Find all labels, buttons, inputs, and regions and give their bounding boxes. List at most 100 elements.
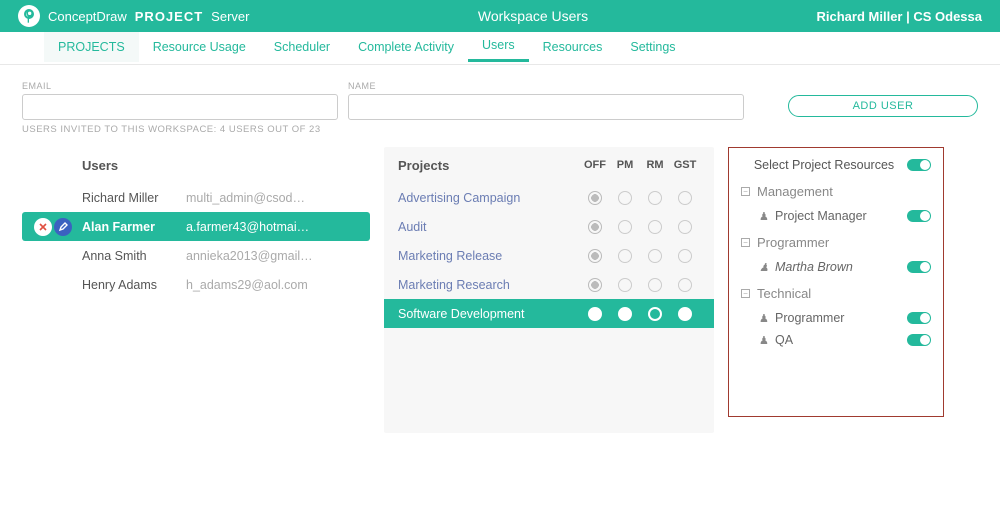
resource-group-header[interactable]: −Technical bbox=[741, 286, 931, 301]
col-off: OFF bbox=[580, 159, 610, 171]
person-icon: ♟ bbox=[759, 312, 768, 325]
person-icon: ♟ bbox=[759, 210, 768, 223]
user-email: h_adams29@aol.com bbox=[186, 278, 370, 292]
group-name: Programmer bbox=[757, 235, 829, 250]
project-row[interactable]: Advertising Campaign bbox=[384, 183, 714, 212]
resource-name: Project Manager bbox=[775, 209, 867, 223]
resource-name: Programmer bbox=[775, 311, 844, 325]
user-name: Henry Adams bbox=[78, 278, 186, 292]
project-name: Software Development bbox=[398, 307, 580, 321]
resource-toggle[interactable] bbox=[907, 334, 931, 346]
user-row[interactable]: Alan Farmera.farmer43@hotmai… bbox=[22, 212, 370, 241]
user-row[interactable]: Richard Millermulti_admin@csod… bbox=[22, 183, 370, 212]
add-user-button[interactable]: ADD USER bbox=[788, 95, 978, 117]
current-user[interactable]: Richard Miller | CS Odessa bbox=[817, 9, 982, 24]
name-label: NAME bbox=[348, 81, 744, 91]
col-rm: RM bbox=[640, 159, 670, 171]
resource-group-header[interactable]: −Programmer bbox=[741, 235, 931, 250]
navbar: PROJECTSResource UsageSchedulerComplete … bbox=[0, 32, 1000, 62]
project-name: Advertising Campaign bbox=[398, 191, 580, 205]
tab-complete-activity[interactable]: Complete Activity bbox=[344, 32, 468, 62]
delete-icon[interactable] bbox=[34, 218, 52, 236]
project-row[interactable]: Marketing Release bbox=[384, 241, 714, 270]
resource-item[interactable]: ♟QA bbox=[741, 329, 931, 351]
role-radio-rm[interactable] bbox=[640, 249, 670, 263]
project-row[interactable]: Audit bbox=[384, 212, 714, 241]
resources-master-toggle[interactable] bbox=[907, 159, 931, 171]
role-radio-rm[interactable] bbox=[640, 307, 670, 321]
user-name: Richard Miller bbox=[78, 191, 186, 205]
role-radio-off[interactable] bbox=[580, 191, 610, 205]
role-radio-rm[interactable] bbox=[640, 191, 670, 205]
user-row[interactable]: Anna Smithannieka2013@gmail… bbox=[22, 241, 370, 270]
project-name: Audit bbox=[398, 220, 580, 234]
user-email: annieka2013@gmail… bbox=[186, 249, 370, 263]
role-radio-rm[interactable] bbox=[640, 220, 670, 234]
person-icon: ♟ bbox=[759, 334, 768, 347]
role-radio-off[interactable] bbox=[580, 249, 610, 263]
resource-group: −Programmer ♟ Martha Brown bbox=[741, 235, 931, 278]
resource-group-header[interactable]: −Management bbox=[741, 184, 931, 199]
role-radio-pm[interactable] bbox=[610, 307, 640, 321]
users-column: Users Richard Millermulti_admin@csod…Ala… bbox=[22, 147, 370, 299]
role-radio-gst[interactable] bbox=[670, 191, 700, 205]
main-area: Users Richard Millermulti_admin@csod…Ala… bbox=[0, 147, 1000, 433]
brand-block: ConceptDraw PROJECT Server bbox=[18, 5, 249, 27]
tab-scheduler[interactable]: Scheduler bbox=[260, 32, 344, 62]
user-email: a.farmer43@hotmai… bbox=[186, 220, 370, 234]
user-name: Anna Smith bbox=[78, 249, 186, 263]
page-title: Workspace Users bbox=[249, 8, 816, 24]
email-label: EMAIL bbox=[22, 81, 338, 91]
resource-group: −Technical ♟ Programmer ♟QA bbox=[741, 286, 931, 351]
person-icon: ♟ bbox=[759, 261, 768, 274]
role-radio-gst[interactable] bbox=[670, 220, 700, 234]
users-header: Users bbox=[22, 147, 370, 183]
role-radio-pm[interactable] bbox=[610, 249, 640, 263]
edit-icon[interactable] bbox=[54, 218, 72, 236]
user-email: multi_admin@csod… bbox=[186, 191, 370, 205]
brand-left: ConceptDraw bbox=[48, 9, 127, 24]
resource-toggle[interactable] bbox=[907, 312, 931, 324]
invited-count-text: USERS INVITED TO THIS WORKSPACE: 4 USERS… bbox=[22, 124, 764, 135]
filters-row: EMAIL NAME USERS INVITED TO THIS WORKSPA… bbox=[0, 65, 1000, 135]
role-radio-pm[interactable] bbox=[610, 220, 640, 234]
name-field[interactable] bbox=[348, 94, 744, 120]
resource-item[interactable]: ♟ Martha Brown bbox=[741, 256, 931, 278]
resource-group: −Management ♟ Project Manager bbox=[741, 184, 931, 227]
role-radio-gst[interactable] bbox=[670, 307, 700, 321]
project-name: Marketing Research bbox=[398, 278, 580, 292]
role-radio-off[interactable] bbox=[580, 220, 610, 234]
resource-toggle[interactable] bbox=[907, 210, 931, 222]
resources-title: Select Project Resources bbox=[741, 158, 907, 172]
group-name: Technical bbox=[757, 286, 811, 301]
tab-users[interactable]: Users bbox=[468, 32, 529, 62]
group-name: Management bbox=[757, 184, 833, 199]
collapse-icon[interactable]: − bbox=[741, 289, 750, 298]
projects-header: Projects OFF PM RM GST bbox=[384, 147, 714, 183]
tab-settings[interactable]: Settings bbox=[616, 32, 689, 62]
resource-toggle[interactable] bbox=[907, 261, 931, 273]
project-row[interactable]: Software Development bbox=[384, 299, 714, 328]
project-row[interactable]: Marketing Research bbox=[384, 270, 714, 299]
col-pm: PM bbox=[610, 159, 640, 171]
role-radio-pm[interactable] bbox=[610, 278, 640, 292]
project-name: Marketing Release bbox=[398, 249, 580, 263]
role-radio-off[interactable] bbox=[580, 278, 610, 292]
role-radio-gst[interactable] bbox=[670, 249, 700, 263]
resource-name: Martha Brown bbox=[775, 260, 853, 274]
email-field[interactable] bbox=[22, 94, 338, 120]
tab-resource-usage[interactable]: Resource Usage bbox=[139, 32, 260, 62]
resource-item[interactable]: ♟ Project Manager bbox=[741, 205, 931, 227]
collapse-icon[interactable]: − bbox=[741, 238, 750, 247]
resource-item[interactable]: ♟ Programmer bbox=[741, 307, 931, 329]
role-radio-rm[interactable] bbox=[640, 278, 670, 292]
tab-projects[interactable]: PROJECTS bbox=[44, 32, 139, 62]
role-radio-gst[interactable] bbox=[670, 278, 700, 292]
user-row[interactable]: Henry Adamsh_adams29@aol.com bbox=[22, 270, 370, 299]
col-gst: GST bbox=[670, 159, 700, 171]
role-radio-off[interactable] bbox=[580, 307, 610, 321]
projects-column: Projects OFF PM RM GST Advertising Campa… bbox=[384, 147, 714, 433]
tab-resources[interactable]: Resources bbox=[529, 32, 617, 62]
role-radio-pm[interactable] bbox=[610, 191, 640, 205]
collapse-icon[interactable]: − bbox=[741, 187, 750, 196]
